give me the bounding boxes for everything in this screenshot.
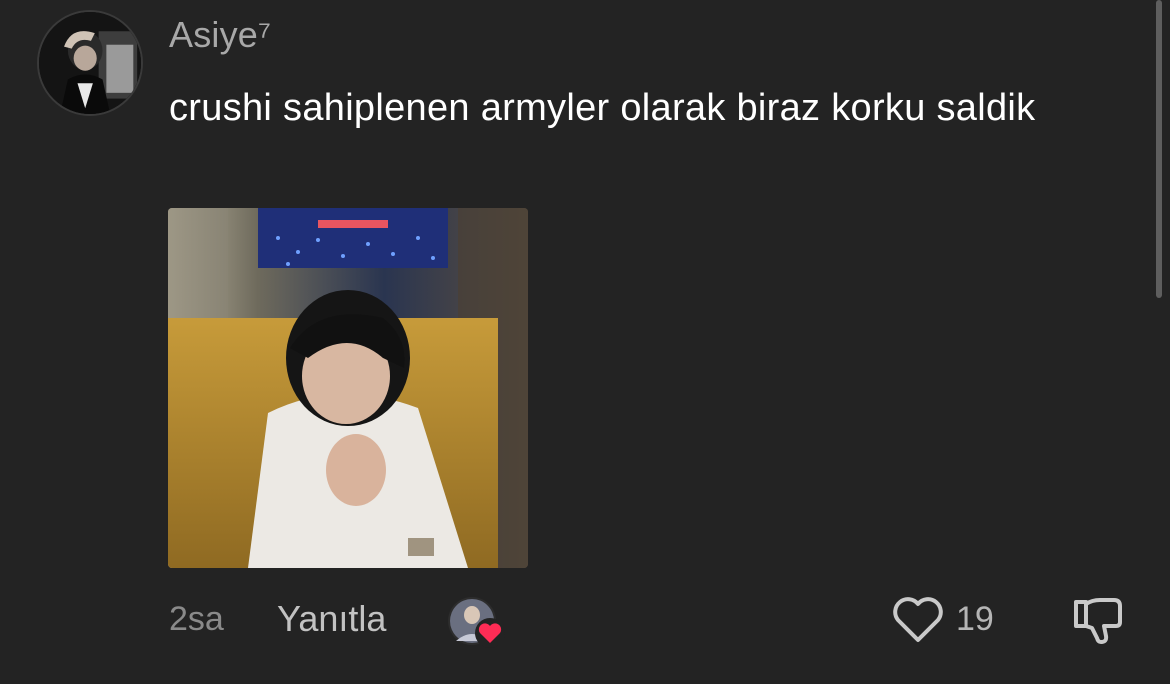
dislike-button[interactable]: [1070, 592, 1126, 648]
reply-button[interactable]: Yanıtla: [277, 598, 386, 640]
like-count: 19: [956, 600, 994, 638]
attached-photo[interactable]: [168, 208, 528, 568]
comment-screen: Asiye⁷ crushi sahiplenen armyler olarak …: [0, 0, 1170, 684]
avatar-image: [39, 12, 141, 114]
scrollbar[interactable]: [1156, 0, 1162, 298]
username[interactable]: Asiye⁷: [169, 14, 271, 56]
user-avatar[interactable]: [37, 10, 143, 116]
comment-actions: 2sa Yanıtla 19: [0, 590, 1170, 650]
timestamp: 2sa: [169, 600, 224, 638]
photo-image: [168, 208, 528, 568]
comment-text: crushi sahiplenen armyler olarak biraz k…: [169, 87, 1036, 129]
heart-outline-icon: [893, 597, 943, 642]
thumbs-down-icon: [1074, 598, 1122, 644]
creator-heart-badge-icon: [446, 595, 510, 651]
like-button[interactable]: [891, 594, 945, 646]
